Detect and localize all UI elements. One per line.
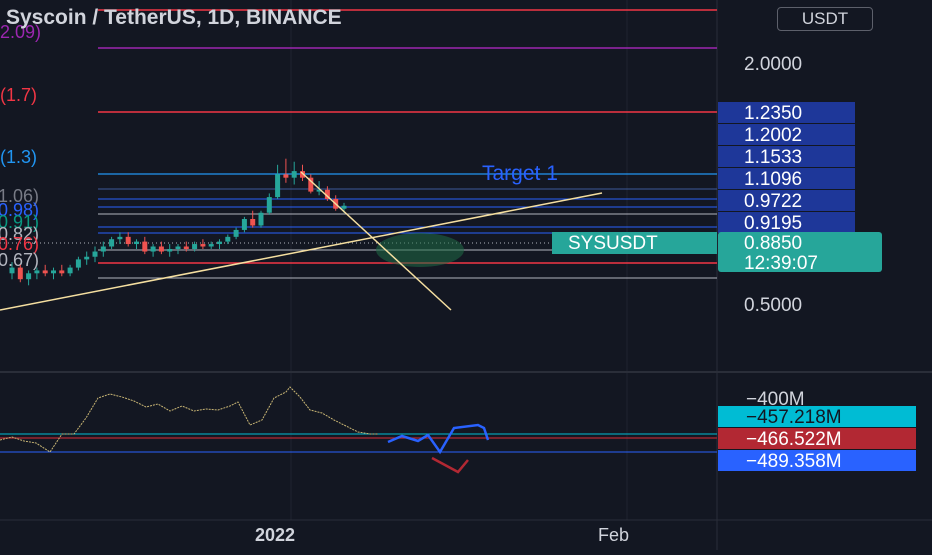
bar-countdown: 12:39:07 — [744, 253, 818, 274]
candle-body[interactable] — [175, 246, 181, 250]
indicator-pane — [0, 386, 717, 474]
level-tag: 0.9195 — [744, 213, 802, 234]
price-tick: 2.0000 — [744, 54, 802, 75]
candle-body[interactable] — [241, 218, 247, 230]
fib-label: (1.7) — [0, 85, 37, 105]
indicator-line[interactable] — [0, 386, 378, 453]
candle-body[interactable] — [67, 267, 73, 274]
candle-body[interactable] — [200, 244, 206, 247]
time-axis[interactable]: 2022 Feb — [255, 525, 629, 545]
candle-body[interactable] — [51, 270, 56, 274]
level-tag: 1.1096 — [744, 169, 802, 190]
symbol-label[interactable]: SYSUSDT — [568, 233, 658, 254]
projection-arrow-down[interactable] — [431, 456, 469, 474]
candle-body[interactable] — [341, 205, 347, 209]
candle-body[interactable] — [258, 212, 264, 226]
chart-canvas[interactable]: (2.09) (1.7) (1.3) (1.06) (0.98) (0.91) … — [0, 0, 932, 550]
level-tag: 1.2002 — [744, 125, 802, 146]
candle-body[interactable] — [158, 246, 164, 252]
indicator-tag: −457.218M — [746, 407, 842, 428]
candle-body[interactable] — [117, 236, 123, 240]
candle-body[interactable] — [59, 270, 65, 274]
candle-body[interactable] — [84, 256, 90, 260]
candle-body[interactable] — [208, 244, 214, 247]
currency-button[interactable]: USDT — [777, 7, 873, 31]
candle-body[interactable] — [134, 241, 139, 245]
chart-title[interactable]: Syscoin / TetherUS, 1D, BINANCE — [6, 6, 342, 30]
target-annotation[interactable]: Target 1 — [482, 162, 558, 185]
candle-body[interactable] — [266, 197, 272, 213]
time-tick: Feb — [598, 525, 629, 545]
candle-body[interactable] — [183, 246, 189, 250]
level-tag: 1.2350 — [744, 103, 802, 124]
indicator-axis[interactable]: −400M −457.218M −466.522M −489.358M — [718, 389, 916, 472]
candle-body[interactable] — [250, 218, 256, 226]
candle-body[interactable] — [100, 246, 106, 252]
last-price-tag: 0.8850 — [744, 233, 802, 254]
candle-body[interactable] — [9, 267, 15, 274]
candle-body[interactable] — [217, 241, 222, 245]
fib-label: (1.3) — [0, 147, 37, 167]
drawing-tools: Target 1 — [0, 162, 603, 311]
candle-body[interactable] — [92, 251, 98, 257]
candle-body[interactable] — [34, 270, 40, 274]
candle-body[interactable] — [291, 171, 297, 178]
candle-body[interactable] — [275, 174, 281, 198]
candle-body[interactable] — [150, 246, 156, 252]
trading-chart[interactable]: (2.09) (1.7) (1.3) (1.06) (0.98) (0.91) … — [0, 0, 932, 550]
candle-body[interactable] — [26, 273, 32, 280]
time-tick: 2022 — [255, 525, 295, 545]
candle-body[interactable] — [109, 239, 115, 247]
indicator-tag: −466.522M — [746, 429, 842, 450]
indicator-tag: −489.358M — [746, 451, 842, 472]
price-tick: 0.5000 — [744, 295, 802, 316]
candle-body[interactable] — [125, 236, 131, 245]
candle-body[interactable] — [42, 270, 48, 274]
trendline-support[interactable] — [0, 192, 603, 311]
level-tag: 1.1533 — [744, 147, 802, 168]
fib-labels: (2.09) (1.7) (1.3) (1.06) (0.98) (0.91) … — [0, 22, 41, 270]
candle-body[interactable] — [225, 236, 231, 242]
highlight-ellipse[interactable] — [376, 233, 464, 267]
candle-body[interactable] — [192, 244, 198, 250]
candle-body[interactable] — [75, 259, 81, 268]
candle-body[interactable] — [17, 267, 23, 280]
candle-body[interactable] — [283, 174, 289, 178]
fib-label: (0.67) — [0, 250, 39, 270]
candle-body[interactable] — [142, 241, 148, 252]
candle-body[interactable] — [233, 229, 239, 237]
level-tag: 0.9722 — [744, 191, 802, 212]
candle-body[interactable] — [167, 249, 173, 252]
candlestick-series[interactable] — [9, 158, 347, 286]
